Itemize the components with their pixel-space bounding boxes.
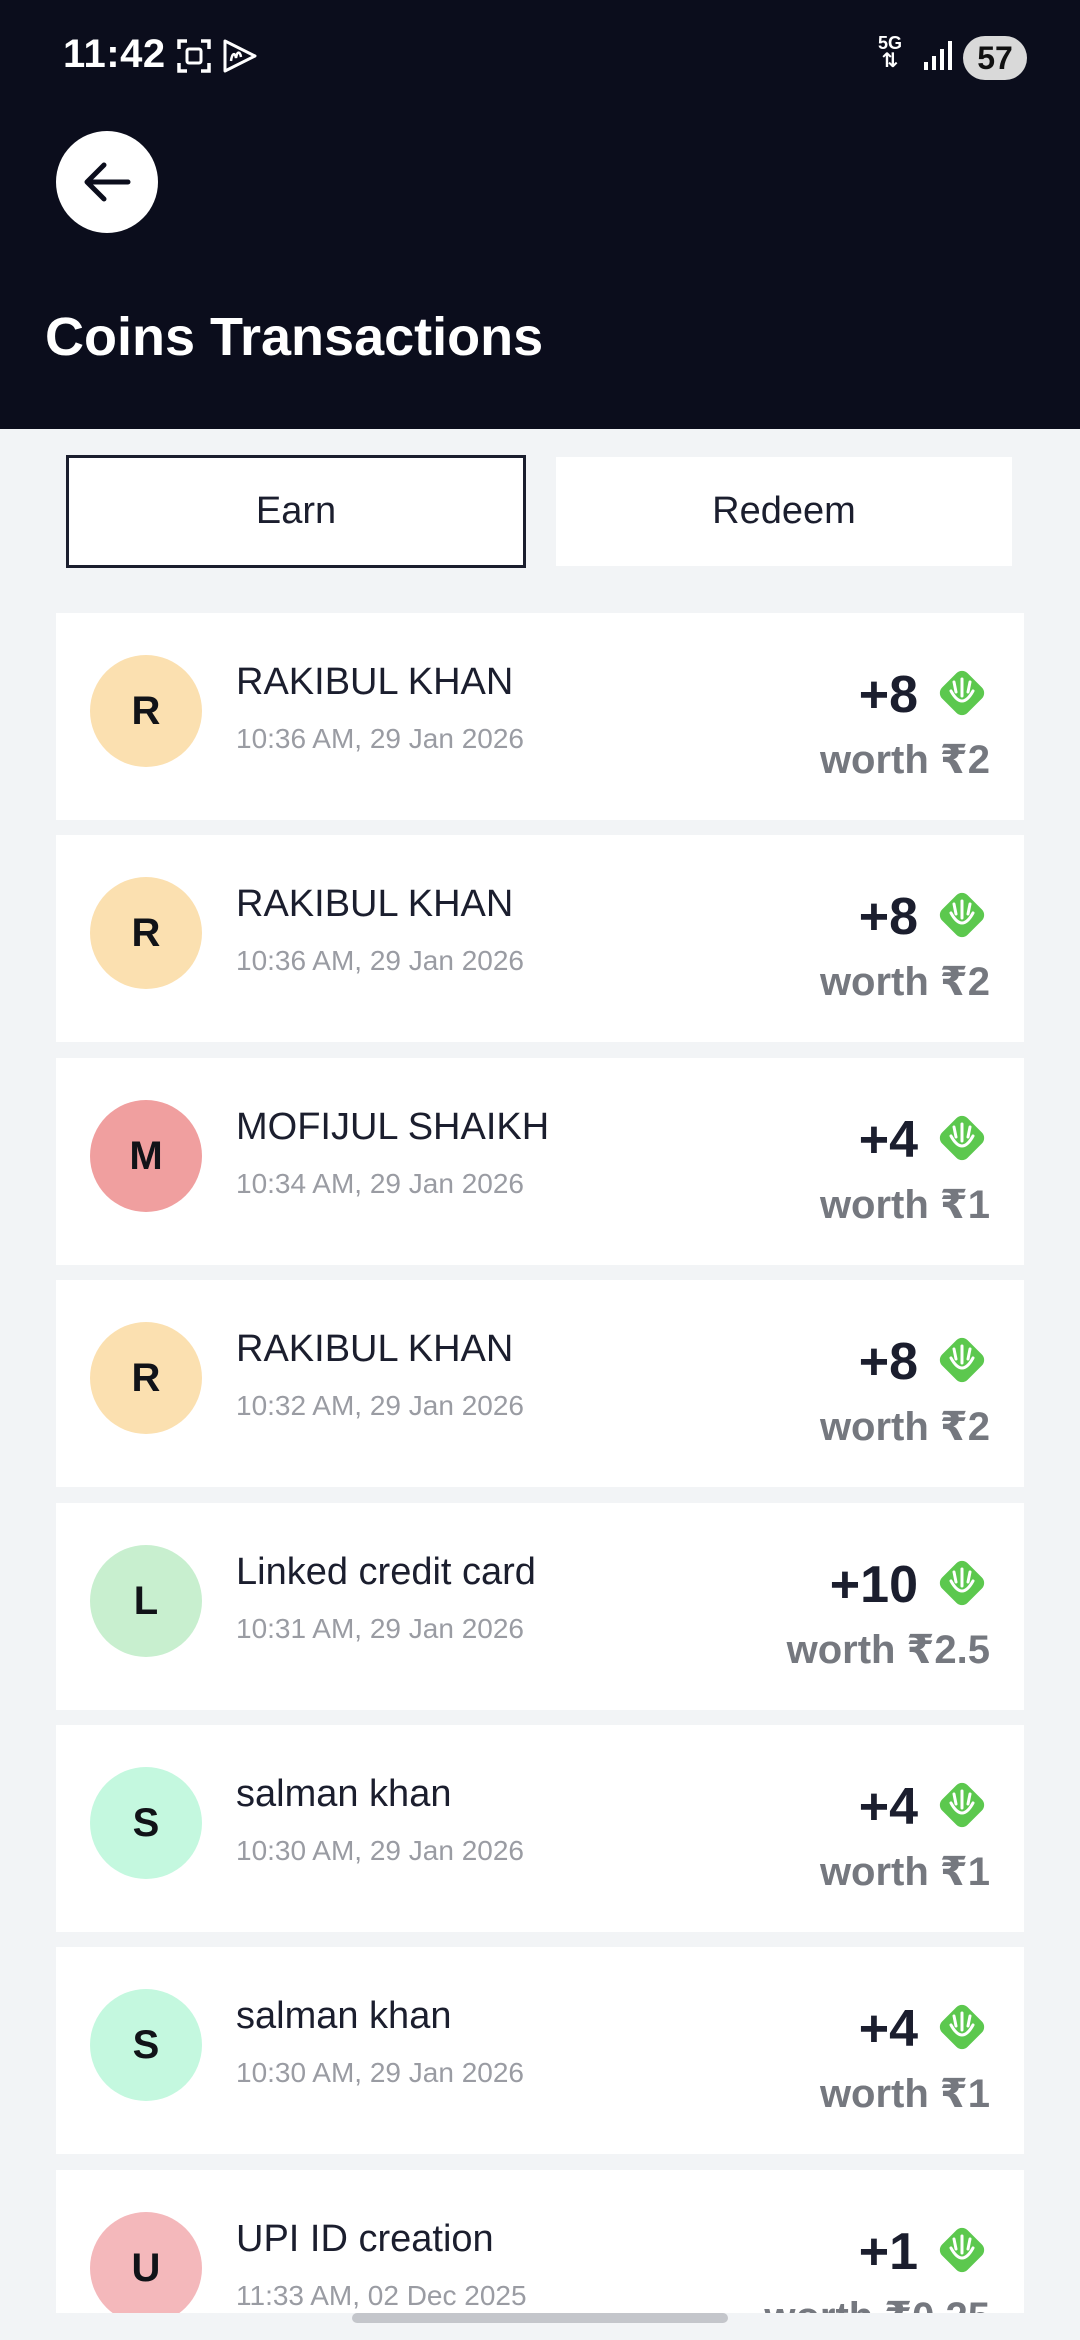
coin-amount: +10	[829, 1556, 918, 1614]
page-title: Coins Transactions	[45, 307, 544, 367]
transaction-time: 10:31 AM, 29 Jan 2026	[236, 1613, 524, 1644]
transaction-row[interactable]: S salman khan 10:30 AM, 29 Jan 2026 +4 w…	[56, 1947, 1024, 2154]
coin-amount: +4	[858, 1111, 918, 1169]
coin-icon	[935, 888, 989, 942]
transaction-row[interactable]: R RAKIBUL KHAN 10:36 AM, 29 Jan 2026 +8 …	[56, 835, 1024, 1042]
transaction-name: salman khan	[236, 1773, 452, 1815]
transaction-name: RAKIBUL KHAN	[236, 661, 514, 703]
transaction-row[interactable]: L Linked credit card 10:31 AM, 29 Jan 20…	[56, 1503, 1024, 1710]
coin-amount: +4	[858, 1778, 918, 1836]
transaction-name: MOFIJUL SHAIKH	[236, 1106, 550, 1148]
coin-icon	[935, 666, 989, 720]
coin-amount: +8	[858, 666, 918, 724]
transaction-time: 10:36 AM, 29 Jan 2026	[236, 945, 524, 976]
status-time: 11:42	[63, 32, 166, 76]
coin-worth: worth ₹1	[819, 1183, 990, 1227]
coin-icon	[935, 1556, 989, 1610]
transaction-row[interactable]: S salman khan 10:30 AM, 29 Jan 2026 +4 w…	[56, 1725, 1024, 1932]
avatar: S	[90, 1989, 202, 2101]
network-type-icon: 5G ⇅	[878, 34, 902, 72]
coin-amount: +1	[858, 2223, 918, 2281]
avatar: S	[90, 1767, 202, 1879]
avatar: U	[90, 2212, 202, 2313]
coin-icon	[935, 1778, 989, 1832]
transaction-row[interactable]: R RAKIBUL KHAN 10:32 AM, 29 Jan 2026 +8 …	[56, 1280, 1024, 1487]
transaction-list: R RAKIBUL KHAN 10:36 AM, 29 Jan 2026 +8 …	[56, 613, 1024, 2313]
avatar: L	[90, 1545, 202, 1657]
app-notification-icon	[222, 38, 258, 74]
transaction-row[interactable]: U UPI ID creation 11:33 AM, 02 Dec 2025 …	[56, 2170, 1024, 2313]
tab-earn[interactable]: Earn	[66, 455, 526, 568]
avatar: R	[90, 1322, 202, 1434]
transaction-name: RAKIBUL KHAN	[236, 883, 514, 925]
signal-icon	[922, 38, 956, 72]
coin-amount: +8	[858, 1333, 918, 1391]
transaction-time: 10:34 AM, 29 Jan 2026	[236, 1168, 524, 1199]
coin-amount: +4	[858, 2000, 918, 2058]
tab-bar: Earn Redeem	[66, 455, 1012, 568]
battery-indicator: 57	[963, 36, 1027, 80]
coin-icon	[935, 1333, 989, 1387]
coin-worth: worth ₹1	[819, 1850, 990, 1894]
coin-icon	[935, 2223, 989, 2277]
transaction-name: UPI ID creation	[236, 2218, 494, 2260]
transaction-name: salman khan	[236, 1995, 452, 2037]
transaction-name: Linked credit card	[236, 1551, 536, 1593]
back-button[interactable]	[56, 131, 158, 233]
coin-worth: worth ₹2	[819, 1405, 990, 1449]
coin-worth: worth ₹1	[819, 2072, 990, 2116]
transaction-time: 10:32 AM, 29 Jan 2026	[236, 1390, 524, 1421]
transaction-time: 10:36 AM, 29 Jan 2026	[236, 723, 524, 754]
transaction-name: RAKIBUL KHAN	[236, 1328, 514, 1370]
tab-redeem[interactable]: Redeem	[556, 457, 1012, 566]
coin-worth: worth ₹2	[819, 738, 990, 782]
transaction-row[interactable]: M MOFIJUL SHAIKH 10:34 AM, 29 Jan 2026 +…	[56, 1058, 1024, 1265]
arrow-left-icon	[84, 162, 131, 202]
transaction-time: 10:30 AM, 29 Jan 2026	[236, 1835, 524, 1866]
coin-worth: worth ₹2	[819, 960, 990, 1004]
home-indicator[interactable]	[352, 2313, 728, 2323]
coin-worth: worth ₹0.25	[764, 2294, 990, 2313]
transaction-time: 11:33 AM, 02 Dec 2025	[236, 2280, 527, 2311]
avatar: R	[90, 655, 202, 767]
transaction-row[interactable]: R RAKIBUL KHAN 10:36 AM, 29 Jan 2026 +8 …	[56, 613, 1024, 820]
avatar: M	[90, 1100, 202, 1212]
screenshot-icon	[176, 38, 212, 74]
status-bar: 11:42 5G ⇅ 57	[0, 0, 1080, 116]
coin-icon	[935, 1111, 989, 1165]
header: 11:42 5G ⇅ 57 Coins Transactions	[0, 0, 1080, 429]
coin-amount: +8	[858, 888, 918, 946]
coin-worth: worth ₹2.5	[786, 1628, 990, 1672]
coin-icon	[935, 2000, 989, 2054]
data-arrows-icon: ⇅	[881, 50, 899, 72]
transaction-time: 10:30 AM, 29 Jan 2026	[236, 2057, 524, 2088]
avatar: R	[90, 877, 202, 989]
